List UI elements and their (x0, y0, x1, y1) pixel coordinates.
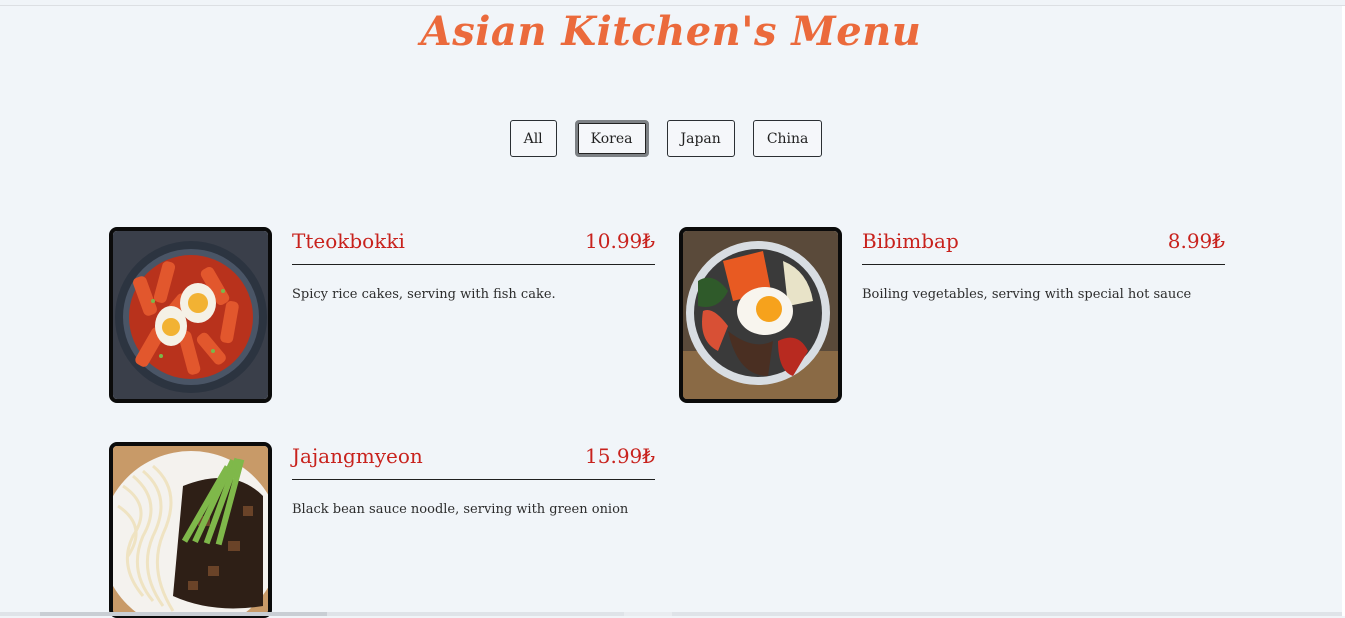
scrollbar-thumb[interactable] (40, 612, 327, 616)
item-price: 10.99₺ (585, 229, 655, 253)
filter-japan-button[interactable]: Japan (666, 120, 735, 157)
item-description: Spicy rice cakes, serving with fish cake… (292, 287, 556, 302)
item-description: Boiling vegetables, serving with special… (862, 287, 1192, 302)
item-header: Bibimbap 8.99₺ (862, 227, 1225, 265)
menu-item: Bibimbap 8.99₺ Boiling vegetables, servi… (679, 227, 1225, 403)
jajangmyeon-photo (109, 442, 272, 618)
filter-china-button[interactable]: China (752, 120, 823, 157)
filter-all-button[interactable]: All (509, 120, 557, 157)
item-name: Bibimbap (862, 229, 959, 253)
item-header: Tteokbokki 10.99₺ (292, 227, 655, 265)
menu-item: Jajangmyeon 15.99₺ Black bean sauce nood… (109, 442, 655, 618)
tteokbokki-photo (109, 227, 272, 403)
scrollbar-segment (624, 612, 672, 616)
item-description: Black bean sauce noodle, serving with gr… (292, 502, 629, 517)
item-header: Jajangmyeon 15.99₺ (292, 442, 655, 480)
menu-item: Tteokbokki 10.99₺ Spicy rice cakes, serv… (109, 227, 655, 403)
tteokbokki-image (113, 231, 268, 399)
bibimbap-image (683, 231, 838, 399)
item-name: Tteokbokki (292, 229, 405, 253)
item-name: Jajangmyeon (292, 444, 423, 468)
category-filters: All Korea Japan China (0, 120, 1332, 157)
item-price: 15.99₺ (585, 444, 655, 468)
page-title: Asian Kitchen's Menu (420, 8, 922, 55)
jajangmyeon-image (113, 446, 268, 614)
filter-korea-button[interactable]: Korea (574, 120, 649, 157)
bibimbap-photo (679, 227, 842, 403)
menu-page: Asian Kitchen's Menu All Korea Japan Chi… (0, 6, 1342, 618)
item-price: 8.99₺ (1167, 229, 1225, 253)
